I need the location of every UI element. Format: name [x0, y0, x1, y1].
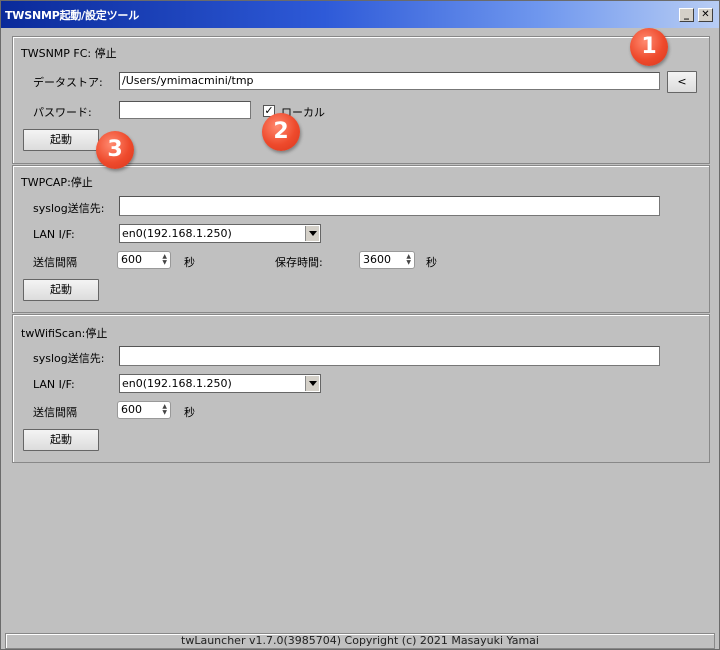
annotation-marker-3: 3 [96, 131, 134, 169]
status-bar: twLauncher v1.7.0(3985704) Copyright (c)… [5, 633, 715, 649]
launcher-window: TWSNMP起動/設定ツール _ ✕ TWSNMP FC: 停止 データストア:… [0, 0, 720, 650]
twpcap-lan-select[interactable]: en0(192.168.1.250) [119, 224, 321, 243]
datastore-label: データストア: [33, 76, 103, 89]
twpcap-interval-stepper[interactable]: 600 ▲ ▼ [117, 251, 171, 269]
twsnmp-start-button[interactable]: 起動 [23, 129, 99, 151]
password-input[interactable] [119, 101, 251, 119]
annotation-marker-2: 2 [262, 113, 300, 151]
twpcap-retention-stepper[interactable]: 3600 ▲ ▼ [359, 251, 415, 269]
twpcap-start-button[interactable]: 起動 [23, 279, 99, 301]
twsnmp-status-title: TWSNMP FC: 停止 [21, 47, 117, 60]
twwifiscan-panel: twWifiScan:停止 syslog送信先: LAN I/F: en0(19… [12, 314, 710, 463]
annotation-marker-1: 1 [630, 28, 668, 66]
twpcap-retention-unit: 秒 [426, 256, 437, 269]
minimize-button[interactable]: _ [679, 8, 694, 22]
twpcap-lan-value: en0(192.168.1.250) [122, 227, 232, 240]
twwifiscan-syslog-input[interactable] [119, 346, 660, 366]
stepper-arrows-icon[interactable]: ▲ ▼ [406, 254, 411, 266]
password-label: パスワード: [33, 106, 92, 119]
twwifiscan-interval-label: 送信間隔 [33, 406, 77, 419]
twwifiscan-lan-value: en0(192.168.1.250) [122, 377, 232, 390]
twwifiscan-interval-unit: 秒 [184, 406, 195, 419]
browse-datastore-button[interactable]: < [667, 71, 697, 93]
stepper-arrows-icon[interactable]: ▲ ▼ [162, 254, 167, 266]
title-bar[interactable]: TWSNMP起動/設定ツール _ ✕ [1, 1, 719, 28]
twpcap-panel: TWPCAP:停止 syslog送信先: LAN I/F: en0(192.16… [12, 165, 710, 313]
twwifiscan-lan-label: LAN I/F: [33, 378, 75, 391]
twpcap-interval-label: 送信間隔 [33, 256, 77, 269]
twwifiscan-status-title: twWifiScan:停止 [21, 327, 108, 340]
twwifiscan-syslog-label: syslog送信先: [33, 352, 105, 365]
twpcap-retention-value: 3600 [363, 253, 391, 266]
window-title: TWSNMP起動/設定ツール [5, 9, 139, 22]
twpcap-retention-label: 保存時間: [275, 256, 323, 269]
twpcap-syslog-label: syslog送信先: [33, 202, 105, 215]
twpcap-status-title: TWPCAP:停止 [21, 176, 93, 189]
twpcap-interval-value: 600 [121, 253, 142, 266]
close-button[interactable]: ✕ [698, 8, 713, 22]
datastore-input[interactable]: /Users/ymimacmini/tmp [119, 72, 660, 90]
twwifiscan-interval-value: 600 [121, 403, 142, 416]
twwifiscan-lan-select[interactable]: en0(192.168.1.250) [119, 374, 321, 393]
twpcap-lan-label: LAN I/F: [33, 228, 75, 241]
stepper-arrows-icon[interactable]: ▲ ▼ [162, 404, 167, 416]
twpcap-syslog-input[interactable] [119, 196, 660, 216]
twpcap-interval-unit: 秒 [184, 256, 195, 269]
twwifiscan-interval-stepper[interactable]: 600 ▲ ▼ [117, 401, 171, 419]
chevron-down-icon[interactable] [305, 376, 319, 391]
twwifiscan-start-button[interactable]: 起動 [23, 429, 99, 451]
chevron-down-icon[interactable] [305, 226, 319, 241]
